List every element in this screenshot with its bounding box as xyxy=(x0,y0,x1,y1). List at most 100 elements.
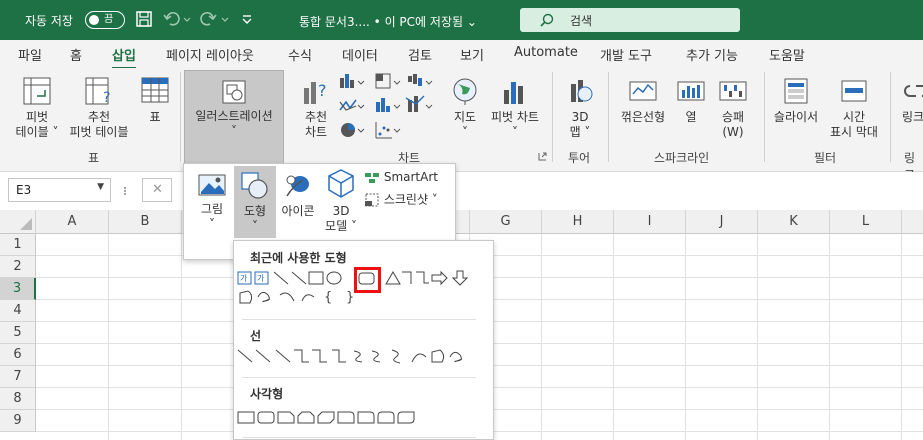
shapes-gallery: 최근에 사용한 도형 가 가 { } 선 사각형 xyxy=(233,240,494,440)
illustrations-dropdown: ˅ xyxy=(231,124,237,138)
column-header[interactable]: A xyxy=(36,210,109,234)
row-header-selected[interactable]: 3 xyxy=(0,278,36,300)
rectangles-list[interactable] xyxy=(236,409,476,429)
divider xyxy=(242,437,476,438)
save-icon[interactable] xyxy=(135,10,153,28)
slicer-label: 슬라이서 xyxy=(773,110,819,124)
line-icon xyxy=(237,349,253,363)
row-header[interactable]: 8 xyxy=(0,388,36,410)
tab-home[interactable]: 홈 xyxy=(70,45,82,64)
row-header[interactable]: 7 xyxy=(0,366,36,388)
smartart-button[interactable]: SmartArt xyxy=(364,170,454,185)
tab-insert[interactable]: 삽입 xyxy=(112,45,136,70)
tab-developer[interactable]: 개발 도구 xyxy=(600,45,652,64)
sparkline-winloss-label-2: (W) xyxy=(722,125,744,139)
tab-addins[interactable]: 추가 기능 xyxy=(686,45,738,64)
highlighted-shape-selection xyxy=(354,267,381,293)
tab-review[interactable]: 검토 xyxy=(408,45,432,64)
curved-connector-icon xyxy=(353,350,363,363)
arrow-icon xyxy=(255,349,271,363)
statistic-chart-icon xyxy=(376,98,401,112)
pictures-button[interactable]: 그림 ˅ xyxy=(192,172,232,234)
shapes-button[interactable]: 도형 ˅ xyxy=(234,166,276,238)
table-button[interactable]: 표 xyxy=(138,76,172,125)
round-diagonal-rectangle-icon xyxy=(397,411,415,424)
select-all-corner[interactable] xyxy=(0,210,36,234)
row-header[interactable]: 5 xyxy=(0,322,36,344)
picture-icon xyxy=(198,174,226,196)
column-header[interactable]: H xyxy=(542,210,614,234)
column-header[interactable]: I xyxy=(614,210,686,234)
tab-page-layout[interactable]: 페이지 레이아웃 xyxy=(166,45,254,64)
pivot-chart-icon xyxy=(504,82,523,104)
chart-types-grid[interactable] xyxy=(338,72,438,142)
resize-dots-icon[interactable] xyxy=(121,186,129,196)
sparkline-winloss-label-1: 승패 xyxy=(721,110,745,124)
column-header[interactable]: J xyxy=(686,210,758,234)
tab-view[interactable]: 보기 xyxy=(460,45,484,64)
elbow-arrow-connector-icon xyxy=(416,271,429,284)
column-header[interactable]: G xyxy=(470,210,542,234)
row-header[interactable]: 2 xyxy=(0,256,36,278)
column-header[interactable]: B xyxy=(109,210,182,234)
tab-help[interactable]: 도움말 xyxy=(769,45,805,64)
tab-automate[interactable]: Automate xyxy=(514,45,578,60)
link-button[interactable]: 링크 xyxy=(898,76,923,125)
elbow-arrow-connector-icon xyxy=(312,349,327,363)
rectangle-shape-icon xyxy=(308,271,324,285)
screenshot-icon xyxy=(365,193,379,207)
row-header[interactable]: 9 xyxy=(0,410,36,432)
icons-button[interactable]: 아이콘 xyxy=(278,172,318,234)
column-header[interactable]: K xyxy=(758,210,830,234)
row-header[interactable]: 6 xyxy=(0,344,36,366)
autosave-toggle[interactable]: 끔 xyxy=(85,11,125,29)
row-header[interactable]: 4 xyxy=(0,300,36,322)
tab-file[interactable]: 파일 xyxy=(18,45,42,64)
round-same-side-rectangle-icon xyxy=(377,411,395,424)
smartart-icon xyxy=(365,172,379,183)
chevron-down-icon: ▼ xyxy=(97,182,104,192)
pivot-chart-button[interactable]: 피벗 차트 ˅ xyxy=(486,76,544,140)
table-label: 표 xyxy=(149,110,161,124)
column-header[interactable]: L xyxy=(830,210,902,234)
maps-button[interactable]: 지도 ˅ xyxy=(448,76,482,140)
customize-toolbar-icon[interactable] xyxy=(238,10,256,28)
sparkline-line-icon xyxy=(629,81,657,101)
search-box[interactable]: 검색 xyxy=(520,8,740,32)
recommended-charts-button[interactable]: ? 추천 차트 xyxy=(296,76,336,140)
name-box[interactable]: E3 ▼ xyxy=(8,178,111,202)
shapes-dropdown: ˅ xyxy=(252,219,258,233)
recommended-pivot-label-2: 피벗 테이블 xyxy=(69,125,129,139)
dialog-launcher-icon[interactable] xyxy=(538,152,548,162)
illustrations-icon xyxy=(222,80,246,104)
lines-list[interactable] xyxy=(236,347,476,367)
pie-chart-icon xyxy=(341,123,365,137)
tab-data[interactable]: 데이터 xyxy=(342,45,378,64)
3d-models-button[interactable]: 3D 모델 ˅ xyxy=(320,168,362,238)
tab-formulas[interactable]: 수식 xyxy=(288,45,312,64)
recommended-pivot-button[interactable]: ? 추천 피벗 테이블 xyxy=(66,76,132,140)
redo-icon[interactable] xyxy=(200,10,230,28)
3d-map-button[interactable]: 3D 맵 ˅ xyxy=(560,76,600,140)
column-header[interactable] xyxy=(902,210,923,234)
down-arrow-shape-icon xyxy=(451,270,469,286)
pivot-table-button[interactable]: 피벗 테이블 ˅ xyxy=(12,76,62,140)
cancel-entry-button[interactable]: ✕ xyxy=(142,178,172,202)
sparkline-winloss-button[interactable]: 승패 (W) xyxy=(716,76,750,140)
sparkline-line-button[interactable]: 꺾은선형 xyxy=(614,76,672,125)
screenshot-button[interactable]: 스크린샷 ˅ xyxy=(364,192,454,208)
smartart-label: SmartArt xyxy=(383,170,438,184)
illustrations-label: 일러스트레이션 xyxy=(195,109,273,123)
snip-round-rectangle-icon xyxy=(337,411,355,424)
illustrations-button[interactable]: 일러스트레이션 ˅ xyxy=(184,70,284,164)
freeform-icon xyxy=(431,349,445,363)
link-label: 링크 xyxy=(901,110,923,124)
sparkline-column-button[interactable]: 열 xyxy=(676,76,706,125)
row-header[interactable]: 1 xyxy=(0,234,36,256)
timeline-button[interactable]: 시간 표시 막대 xyxy=(824,76,884,140)
timeline-label-2: 표시 막대 xyxy=(830,125,878,139)
document-name[interactable]: 통합 문서3.... • 이 PC에 저장됨 ⌄ xyxy=(299,13,477,30)
formula-bar: E3 ▼ ✕ xyxy=(0,172,923,208)
undo-icon[interactable] xyxy=(162,10,192,28)
slicer-button[interactable]: 슬라이서 xyxy=(770,76,822,125)
